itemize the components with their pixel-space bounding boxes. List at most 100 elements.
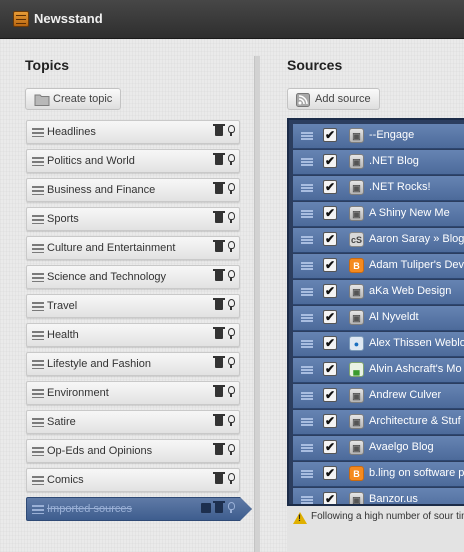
source-item[interactable]: ✔ ▣ .NET Rocks! — [293, 176, 464, 201]
source-item[interactable]: ✔ Bb.ling on software p — [293, 462, 464, 487]
topic-item[interactable]: Culture and Entertainment — [26, 236, 240, 260]
topic-item[interactable]: Sports — [26, 207, 240, 231]
trash-icon[interactable] — [213, 443, 225, 455]
drag-handle-icon[interactable] — [32, 331, 44, 340]
source-checkbox[interactable]: ✔ — [323, 414, 337, 428]
source-checkbox[interactable]: ✔ — [323, 180, 337, 194]
drag-handle-icon[interactable] — [32, 389, 44, 398]
source-item[interactable]: ✔ B Adam Tuliper's Dev — [293, 254, 464, 279]
trash-icon[interactable] — [213, 414, 225, 426]
topic-item[interactable]: Op-Eds and Opinions — [26, 439, 240, 463]
source-item[interactable]: ✔ ▣ --Engage — [293, 124, 464, 149]
edit-icon[interactable] — [201, 503, 211, 513]
drag-handle-icon[interactable] — [32, 215, 44, 224]
drag-handle-icon[interactable] — [301, 366, 313, 374]
source-item[interactable]: ✔ ▣ Andrew Culver — [293, 384, 464, 409]
topic-item[interactable]: Health — [26, 323, 240, 347]
source-checkbox[interactable]: ✔ — [323, 388, 337, 402]
topic-item[interactable]: Imported sources — [26, 497, 252, 521]
source-item[interactable]: ✔ ▣ A Shiny New Me — [293, 202, 464, 227]
topic-item[interactable]: Headlines — [26, 120, 240, 144]
drag-handle-icon[interactable] — [301, 392, 313, 400]
lightbulb-icon[interactable] — [228, 415, 235, 426]
trash-icon[interactable] — [213, 327, 225, 339]
topic-item[interactable]: Travel — [26, 294, 240, 318]
drag-handle-icon[interactable] — [32, 447, 44, 456]
drag-handle-icon[interactable] — [301, 340, 313, 348]
source-checkbox[interactable]: ✔ — [323, 154, 337, 168]
lightbulb-icon[interactable] — [228, 444, 235, 455]
topic-item[interactable]: Comics — [26, 468, 240, 492]
topic-item[interactable]: Lifestyle and Fashion — [26, 352, 240, 376]
source-checkbox[interactable]: ✔ — [323, 492, 337, 504]
source-item[interactable]: ✔ ● Alex Thissen Weblo — [293, 332, 464, 357]
lightbulb-icon[interactable] — [228, 299, 235, 310]
drag-handle-icon[interactable] — [301, 184, 313, 192]
trash-icon[interactable] — [213, 269, 225, 281]
lightbulb-icon[interactable] — [228, 154, 235, 165]
trash-icon[interactable] — [213, 385, 225, 397]
drag-handle-icon[interactable] — [32, 128, 44, 137]
source-checkbox[interactable]: ✔ — [323, 310, 337, 324]
drag-handle-icon[interactable] — [301, 418, 313, 426]
create-topic-button[interactable]: Create topic — [25, 88, 122, 110]
topic-item[interactable]: Business and Finance — [26, 178, 240, 202]
drag-handle-icon[interactable] — [32, 157, 44, 166]
drag-handle-icon[interactable] — [301, 496, 313, 504]
source-checkbox[interactable]: ✔ — [323, 258, 337, 272]
column-divider[interactable] — [254, 56, 260, 552]
lightbulb-icon[interactable] — [228, 473, 235, 484]
add-source-button[interactable]: Add source — [287, 88, 380, 110]
drag-handle-icon[interactable] — [32, 418, 44, 427]
lightbulb-icon[interactable] — [228, 241, 235, 252]
source-checkbox[interactable]: ✔ — [323, 362, 337, 376]
source-item[interactable]: ✔ ▣ aKa Web Design — [293, 280, 464, 305]
drag-handle-icon[interactable] — [301, 210, 313, 218]
drag-handle-icon[interactable] — [301, 132, 313, 140]
drag-handle-icon[interactable] — [301, 470, 313, 478]
drag-handle-icon[interactable] — [301, 236, 313, 244]
drag-handle-icon[interactable] — [32, 244, 44, 253]
source-item[interactable]: ✔ ▣ .NET Blog — [293, 150, 464, 175]
lightbulb-icon[interactable] — [228, 386, 235, 397]
drag-handle-icon[interactable] — [301, 444, 313, 452]
source-item[interactable]: ✔ ▣ Architecture & Stuf — [293, 410, 464, 435]
drag-handle-icon[interactable] — [301, 158, 313, 166]
lightbulb-icon[interactable] — [228, 183, 235, 194]
source-item[interactable]: ✔ ▣ Al Nyveldt — [293, 306, 464, 331]
trash-icon[interactable] — [213, 182, 225, 194]
lightbulb-icon[interactable] — [228, 357, 235, 368]
source-item[interactable]: ✔ ▣ Avaelgo Blog — [293, 436, 464, 461]
drag-handle-icon[interactable] — [301, 288, 313, 296]
trash-icon[interactable] — [213, 356, 225, 368]
lightbulb-icon[interactable] — [228, 125, 235, 136]
lightbulb-icon[interactable] — [228, 212, 235, 223]
topic-item[interactable]: Science and Technology — [26, 265, 240, 289]
drag-handle-icon[interactable] — [32, 302, 44, 311]
trash-icon[interactable] — [213, 501, 225, 513]
trash-icon[interactable] — [213, 472, 225, 484]
trash-icon[interactable] — [213, 298, 225, 310]
source-checkbox[interactable]: ✔ — [323, 206, 337, 220]
drag-handle-icon[interactable] — [301, 262, 313, 270]
source-checkbox[interactable]: ✔ — [323, 440, 337, 454]
topic-item[interactable]: Politics and World — [26, 149, 240, 173]
trash-icon[interactable] — [213, 153, 225, 165]
trash-icon[interactable] — [213, 211, 225, 223]
source-item[interactable]: ✔ ▣ Banzor.us — [293, 488, 464, 504]
drag-handle-icon[interactable] — [32, 505, 44, 514]
drag-handle-icon[interactable] — [32, 186, 44, 195]
source-checkbox[interactable]: ✔ — [323, 336, 337, 350]
lightbulb-icon[interactable] — [228, 328, 235, 339]
trash-icon[interactable] — [213, 124, 225, 136]
drag-handle-icon[interactable] — [32, 476, 44, 485]
drag-handle-icon[interactable] — [301, 314, 313, 322]
topic-item[interactable]: Satire — [26, 410, 240, 434]
lightbulb-icon[interactable] — [228, 270, 235, 281]
source-checkbox[interactable]: ✔ — [323, 466, 337, 480]
drag-handle-icon[interactable] — [32, 360, 44, 369]
source-checkbox[interactable]: ✔ — [323, 128, 337, 142]
lightbulb-icon[interactable] — [228, 502, 235, 513]
topic-item[interactable]: Environment — [26, 381, 240, 405]
trash-icon[interactable] — [213, 240, 225, 252]
